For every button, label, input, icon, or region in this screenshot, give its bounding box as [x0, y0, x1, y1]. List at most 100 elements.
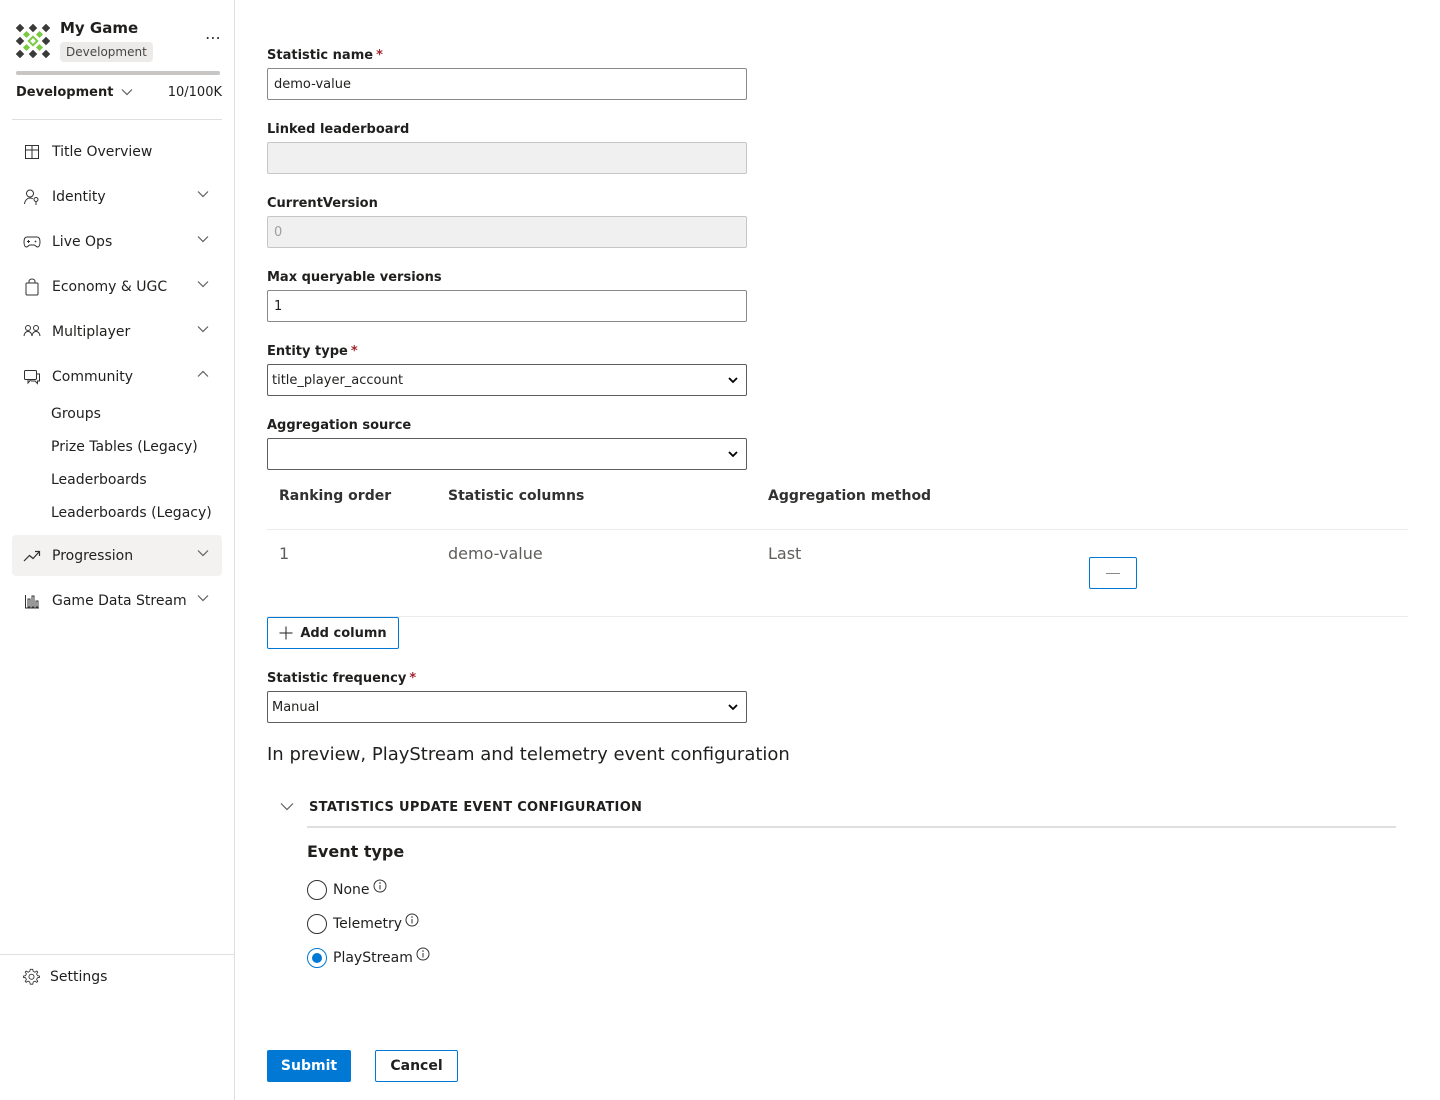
sidebar-item-game-data-stream[interactable]: Game Data Stream: [12, 580, 222, 621]
info-icon[interactable]: [373, 879, 387, 893]
usage-progress-fill: [16, 71, 220, 75]
more-options-icon[interactable]: ⋯: [205, 28, 222, 47]
grid-icon: [23, 143, 41, 161]
event-type-option-playstream[interactable]: PlayStream: [307, 947, 430, 968]
sidebar-nav: Title Overview Identity Live Ops Economy…: [12, 131, 222, 625]
statistic-name-label: Statistic name *: [267, 48, 383, 63]
chevron-down-icon: [728, 377, 738, 384]
sidebar-item-settings[interactable]: Settings: [23, 968, 107, 985]
info-icon[interactable]: [405, 913, 419, 927]
usage-progress-bar: [16, 71, 220, 75]
sidebar-subitem-leaderboards-legacy[interactable]: Leaderboards (Legacy): [12, 496, 222, 529]
linked-leaderboard-input: [267, 142, 747, 174]
gear-icon: [23, 968, 40, 985]
radio-label: None: [333, 882, 370, 898]
event-type-option-telemetry[interactable]: Telemetry: [307, 913, 419, 934]
radio-button[interactable]: [307, 880, 327, 900]
community-submenu: Groups Prize Tables (Legacy) Leaderboard…: [12, 397, 222, 529]
accordion-divider: [307, 826, 1396, 828]
sidebar-item-identity[interactable]: Identity: [12, 176, 222, 217]
statistic-frequency-label-text: Statistic frequency: [267, 671, 407, 686]
aggregation-source-label: Aggregation source: [267, 418, 412, 433]
entity-type-select[interactable]: title_player_account: [267, 364, 747, 396]
column-header-statistic-columns: Statistic columns: [448, 488, 585, 504]
entity-type-value: title_player_account: [272, 372, 404, 388]
sidebar-item-live-ops[interactable]: Live Ops: [12, 221, 222, 262]
cancel-button[interactable]: Cancel: [375, 1050, 458, 1082]
add-column-label: Add column: [300, 625, 387, 641]
sidebar-subitem-prize-tables-legacy[interactable]: Prize Tables (Legacy): [12, 430, 222, 463]
sidebar-item-title-overview[interactable]: Title Overview: [12, 131, 222, 172]
radio-button-selected[interactable]: [307, 948, 327, 968]
ranking-order-cell: 1: [279, 544, 290, 563]
environment-selector-label: Development: [16, 84, 114, 100]
usage-count: 10/100K: [167, 84, 222, 100]
sidebar-item-label: Live Ops: [52, 233, 113, 250]
chevron-down-icon: [280, 803, 294, 811]
game-name: My Game: [60, 19, 139, 37]
aggregation-method-cell: Last: [768, 544, 802, 563]
aggregation-source-select[interactable]: [267, 438, 747, 470]
chevron-down-icon: [197, 191, 209, 198]
statistic-column-cell: demo-value: [448, 544, 543, 563]
sidebar-item-label: Identity: [52, 188, 106, 205]
chevron-down-icon: [197, 550, 209, 557]
statistic-name-input[interactable]: demo-value: [267, 68, 747, 100]
gamepad-icon: [23, 233, 41, 251]
sidebar-item-label: Progression: [52, 547, 134, 564]
minus-icon: [1106, 572, 1120, 574]
chevron-down-icon: [728, 451, 738, 458]
column-header-aggregation-method: Aggregation method: [768, 488, 932, 504]
linked-leaderboard-label: Linked leaderboard: [267, 122, 410, 137]
current-version-label: CurrentVersion: [267, 196, 378, 211]
sidebar-subitem-leaderboards[interactable]: Leaderboards: [12, 463, 222, 496]
sidebar-subitem-groups[interactable]: Groups: [12, 397, 222, 430]
trending-icon: [23, 547, 41, 565]
game-logo-icon: [16, 24, 50, 58]
person-key-icon: [23, 188, 41, 206]
accordion-title: STATISTICS UPDATE EVENT CONFIGURATION: [309, 800, 643, 815]
max-queryable-versions-label: Max queryable versions: [267, 270, 442, 285]
entity-type-label: Entity type *: [267, 344, 358, 359]
table-row: 1 demo-value Last: [267, 530, 1408, 617]
current-version-input: 0: [267, 216, 747, 248]
sidebar: My Game Development ⋯ Development 10/100…: [0, 0, 235, 1100]
environment-badge: Development: [60, 42, 153, 62]
chevron-down-icon: [197, 595, 209, 602]
statistic-frequency-value: Manual: [272, 699, 320, 715]
bar-chart-icon: [23, 592, 41, 610]
sidebar-item-label: Community: [52, 368, 134, 385]
max-queryable-versions-input[interactable]: 1: [267, 290, 747, 322]
column-header-ranking-order: Ranking order: [279, 488, 392, 504]
statistic-frequency-select[interactable]: Manual: [267, 691, 747, 723]
sidebar-item-multiplayer[interactable]: Multiplayer: [12, 311, 222, 352]
radio-label: PlayStream: [333, 950, 413, 966]
remove-column-button[interactable]: [1089, 557, 1137, 589]
chevron-down-icon: [197, 281, 209, 288]
columns-table-header: Ranking order Statistic columns Aggregat…: [267, 478, 1408, 530]
submit-button[interactable]: Submit: [267, 1050, 351, 1082]
statistics-update-event-accordion[interactable]: STATISTICS UPDATE EVENT CONFIGURATION: [277, 796, 1397, 828]
info-icon[interactable]: [416, 947, 430, 961]
sidebar-item-community[interactable]: Community: [12, 356, 222, 397]
required-asterisk: *: [350, 344, 358, 359]
plus-icon: [279, 626, 293, 640]
sidebar-divider: [12, 119, 222, 120]
chat-icon: [23, 368, 41, 386]
sidebar-item-economy-ugc[interactable]: Economy & UGC: [12, 266, 222, 307]
radio-button[interactable]: [307, 914, 327, 934]
entity-type-label-text: Entity type: [267, 344, 348, 359]
environment-row: Development 10/100K: [16, 82, 222, 102]
sidebar-item-label: Economy & UGC: [52, 278, 168, 295]
environment-selector[interactable]: Development: [16, 85, 133, 100]
settings-divider: [0, 954, 234, 955]
statistic-name-label-text: Statistic name: [267, 48, 374, 63]
sidebar-item-progression[interactable]: Progression: [12, 535, 222, 576]
sidebar-item-label: Game Data Stream: [52, 592, 187, 609]
event-type-heading: Event type: [307, 842, 405, 861]
event-type-option-none[interactable]: None: [307, 879, 387, 900]
add-column-button[interactable]: Add column: [267, 617, 399, 649]
radio-label: Telemetry: [333, 916, 403, 932]
preview-heading: In preview, PlayStream and telemetry eve…: [267, 744, 790, 765]
required-asterisk: *: [376, 48, 383, 63]
